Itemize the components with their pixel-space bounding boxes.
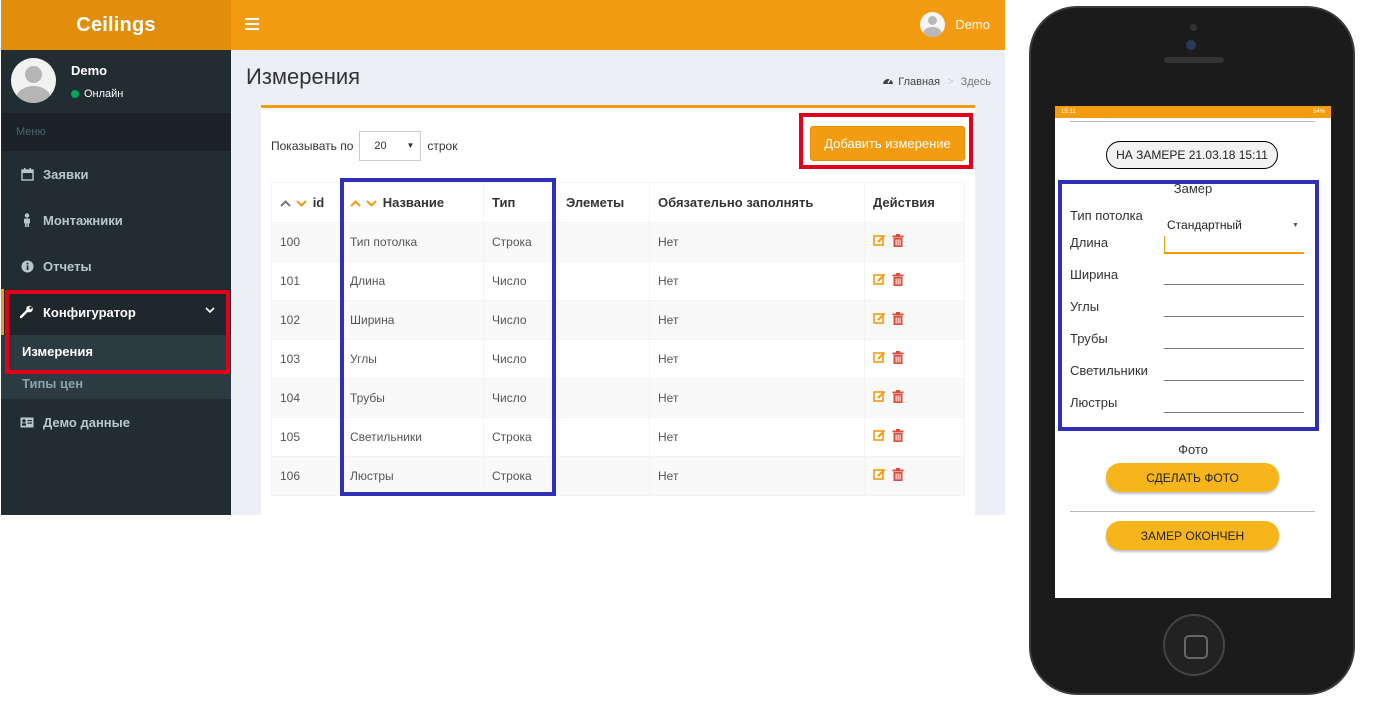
trash-icon[interactable]: [892, 273, 904, 289]
trash-icon[interactable]: [892, 390, 904, 406]
take-photo-button[interactable]: СДЕЛАТЬ ФОТО: [1106, 463, 1279, 492]
person-icon: [19, 212, 35, 228]
edit-icon[interactable]: [873, 234, 886, 250]
trash-icon[interactable]: [892, 351, 904, 367]
sidebar: Demo Онлайн Меню Заявки Монтажники Отчет…: [1, 50, 231, 515]
cell-required: Нет: [649, 339, 865, 379]
cell-id: 105: [271, 417, 342, 457]
phone-status-bar: 15:11 54%: [1055, 106, 1331, 118]
highlight-frame-blue: [340, 178, 556, 496]
column-header-required: Обязательно заполнять: [649, 182, 865, 223]
cell-id: 106: [271, 456, 342, 496]
top-user-menu[interactable]: Demo: [920, 12, 990, 37]
status-time: 15:11: [1061, 109, 1076, 115]
sidebar-item-label: Монтажники: [43, 212, 123, 228]
highlight-frame-red: [799, 113, 973, 169]
cell-actions: [864, 300, 965, 340]
edit-icon[interactable]: [873, 312, 886, 328]
top-navbar: Demo: [231, 0, 1005, 50]
cell-required: Нет: [649, 417, 865, 457]
sidebar-item-label: Демо данные: [43, 414, 130, 430]
highlight-frame-blue: [1058, 180, 1319, 431]
cell-elements: [557, 222, 650, 262]
phone-sensor: [1190, 24, 1197, 31]
breadcrumb-home[interactable]: Главная: [898, 76, 940, 88]
user-avatar-icon: [920, 12, 946, 37]
avatar: [11, 58, 56, 103]
menu-header: Меню: [1, 113, 231, 151]
cell-actions: [864, 339, 965, 379]
trash-icon[interactable]: [892, 234, 904, 250]
finish-measurement-button[interactable]: ЗАМЕР ОКОНЧЕН: [1106, 521, 1279, 550]
online-status: Онлайн: [71, 88, 123, 100]
user-panel: Demo Онлайн: [1, 50, 231, 113]
status-battery: 54%: [1312, 109, 1325, 115]
cell-elements: [557, 261, 650, 301]
cell-required: Нет: [649, 456, 865, 496]
breadcrumb: Главная > Здесь: [882, 75, 991, 88]
measurement-status-pill: НА ЗАМЕРЕ 21.03.18 15:11: [1106, 141, 1278, 169]
cell-elements: [557, 339, 650, 379]
edit-icon[interactable]: [873, 351, 886, 367]
sidebar-item-label: Отчеты: [43, 258, 92, 274]
cell-required: Нет: [649, 222, 865, 262]
column-header-actions: Действия: [864, 182, 965, 223]
highlight-frame-red: [5, 290, 230, 374]
column-header-id[interactable]: id: [271, 182, 342, 223]
sidebar-user-name: Demo: [71, 63, 108, 78]
cell-id: 102: [271, 300, 342, 340]
online-dot-icon: [71, 90, 79, 98]
calendar-icon: [19, 166, 35, 182]
cell-actions: [864, 222, 965, 262]
id-card-icon: [19, 414, 35, 430]
phone-speaker: [1164, 57, 1224, 63]
trash-icon[interactable]: [892, 312, 904, 328]
breadcrumb-current: Здесь: [960, 75, 991, 88]
phone-camera-icon: [1186, 40, 1196, 50]
top-user-name: Demo: [955, 17, 990, 32]
cell-id: 103: [271, 339, 342, 379]
edit-icon[interactable]: [873, 273, 886, 289]
photo-section-title: Фото: [1178, 442, 1208, 457]
cell-elements: [557, 417, 650, 457]
cell-elements: [557, 300, 650, 340]
page-size-control: Показывать по 20 строк: [271, 131, 457, 161]
edit-icon[interactable]: [873, 468, 886, 484]
page-title: Измерения: [246, 64, 361, 89]
cell-elements: [557, 378, 650, 418]
cell-actions: [864, 378, 965, 418]
dashboard-icon: [882, 75, 894, 88]
cell-actions: [864, 261, 965, 301]
hamburger-menu-icon[interactable]: [245, 15, 259, 35]
column-header-elements: Элеметы: [557, 182, 650, 223]
cell-id: 101: [271, 261, 342, 301]
page-size-suffix: строк: [427, 139, 458, 153]
page-size-prefix: Показывать по: [271, 139, 354, 153]
info-icon: [19, 258, 35, 274]
trash-icon[interactable]: [892, 429, 904, 445]
sidebar-item-installers[interactable]: Монтажники: [1, 197, 231, 243]
app-logo[interactable]: Ceilings: [1, 0, 231, 50]
cell-actions: [864, 456, 965, 496]
cell-required: Нет: [649, 378, 865, 418]
cell-required: Нет: [649, 300, 865, 340]
edit-icon[interactable]: [873, 429, 886, 445]
cell-required: Нет: [649, 261, 865, 301]
sidebar-item-label: Заявки: [43, 166, 89, 182]
cell-id: 104: [271, 378, 342, 418]
sidebar-item-requests[interactable]: Заявки: [1, 151, 231, 197]
cell-actions: [864, 417, 965, 457]
page-size-select[interactable]: 20: [359, 131, 422, 161]
online-status-label: Онлайн: [84, 88, 124, 100]
edit-icon[interactable]: [873, 390, 886, 406]
column-label: id: [312, 195, 325, 210]
sort-down-icon: [296, 196, 310, 210]
home-button[interactable]: [1163, 614, 1225, 676]
cell-elements: [557, 456, 650, 496]
sidebar-item-demo-data[interactable]: Демо данные: [1, 399, 231, 445]
cell-id: 100: [271, 222, 342, 262]
trash-icon[interactable]: [892, 468, 904, 484]
sidebar-item-reports[interactable]: Отчеты: [1, 243, 231, 289]
sort-up-icon: [280, 196, 294, 210]
